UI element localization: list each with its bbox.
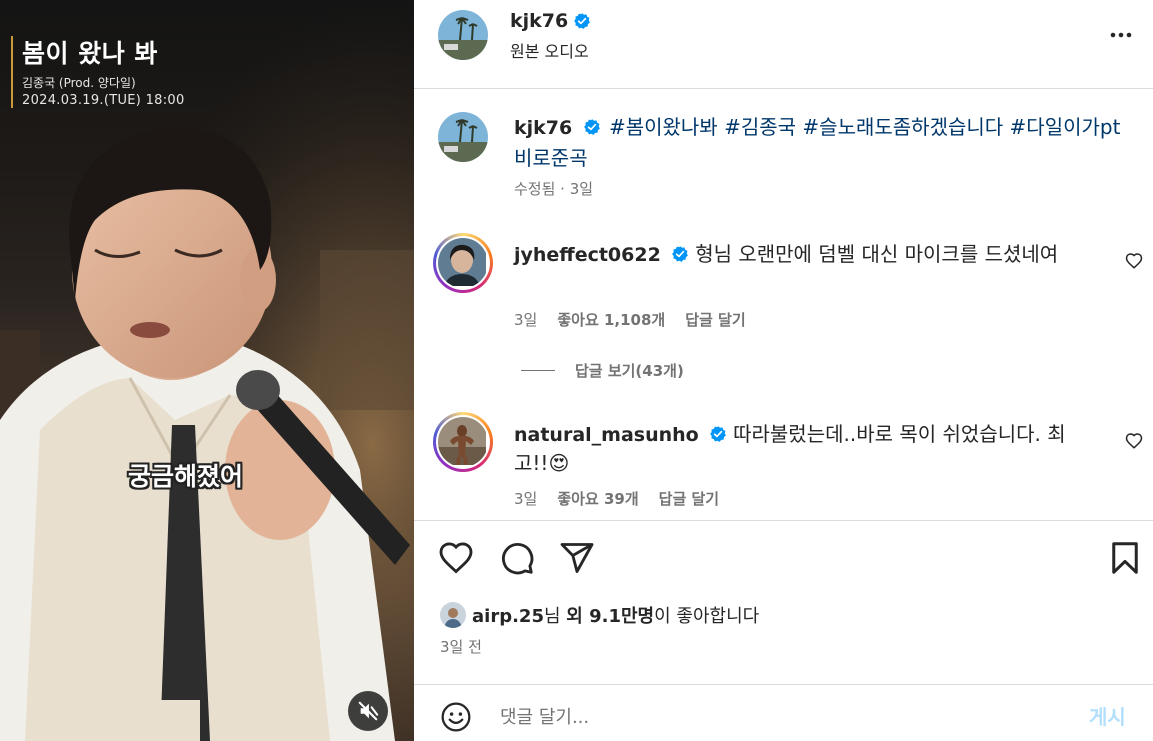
hashtag-link[interactable]: #슬노래도좀하겠습니다 [802, 115, 1003, 139]
comments-divider [414, 520, 1153, 521]
likes-count-link[interactable]: 외 9.1만명 [566, 606, 654, 627]
heart-icon[interactable] [1125, 252, 1143, 270]
heart-icon[interactable] [438, 540, 474, 576]
verified-badge-icon [710, 425, 726, 442]
header-divider [414, 88, 1153, 89]
emoji-icon[interactable] [440, 701, 472, 733]
video-subtitle: 궁금해졌어 [128, 462, 244, 491]
comment-likes[interactable]: 좋아요 1,108개 [557, 309, 665, 330]
hashtag-link[interactable]: #봄이왔나봐 [609, 115, 718, 139]
header-avatar[interactable] [438, 10, 488, 60]
title-accent-bar [11, 36, 13, 108]
caption-meta: 수정됨 · 3일 [514, 180, 594, 198]
comment-2: natural_masunho 따라불렀는데..바로 목이 쉬었습니다. 최고!… [514, 420, 1094, 477]
speaker-muted-icon [358, 701, 379, 721]
comment-username[interactable]: natural_masunho [514, 424, 699, 446]
comment-input[interactable] [500, 703, 1060, 731]
video-title: 봄이 왔나 봐 [22, 39, 158, 68]
likes-suffix-2: 이 좋아합니다 [654, 606, 760, 627]
video-credit: 김종국 (Prod. 양다일) [22, 76, 136, 90]
comment-text: 형님 오랜만에 덤벨 대신 마이크를 드셨네여 [695, 242, 1059, 266]
reel-video[interactable]: 봄이 왔나 봐 김종국 (Prod. 양다일) 2024.03.19.(TUE)… [0, 0, 414, 741]
video-date: 2024.03.19.(TUE) 18:00 [22, 93, 185, 108]
view-replies-button[interactable]: 답글 보기(43개) [521, 360, 684, 381]
comment-emoji: 😍 [548, 451, 570, 475]
comment-icon[interactable] [499, 540, 535, 576]
reply-button[interactable]: 답글 달기 [659, 488, 719, 509]
header-username[interactable]: kjk76 [510, 10, 568, 32]
likes-suffix-1: 님 [543, 606, 567, 627]
verified-badge-icon [672, 245, 689, 262]
post-caption: kjk76 #봄이왔나봐 #김종국 #슬노래도좀하겠습니다 #다일이가pt비로준… [514, 112, 1124, 173]
caption-avatar[interactable] [438, 112, 488, 162]
hashtag-link[interactable]: #김종국 [724, 115, 796, 139]
reply-button[interactable]: 답글 달기 [685, 309, 745, 330]
commenter-avatar[interactable] [433, 412, 493, 472]
header-username-row[interactable]: kjk76 [510, 10, 591, 32]
comment-time: 3일 [514, 490, 538, 508]
post-comment-button[interactable]: 게시 [1089, 701, 1126, 730]
share-icon[interactable] [559, 540, 595, 576]
verified-badge-icon [583, 118, 600, 135]
original-audio-link[interactable]: 원본 오디오 [510, 38, 589, 62]
comment-2-meta: 3일 좋아요 39개 답글 달기 [514, 488, 719, 509]
more-horizontal-icon[interactable] [1107, 24, 1135, 46]
liker-username[interactable]: airp.25 [472, 606, 544, 627]
mute-button[interactable] [348, 691, 388, 731]
bookmark-icon[interactable] [1107, 540, 1143, 576]
likes-summary: airp.25님 외 9.1만명이 좋아합니다 [440, 602, 759, 628]
view-replies-label: 답글 보기(43개) [575, 362, 684, 380]
comment-likes[interactable]: 좋아요 39개 [557, 488, 638, 509]
comment-1: jyheffect0622 형님 오랜만에 덤벨 대신 마이크를 드셨네여 [514, 240, 1094, 269]
comment-1-meta: 3일 좋아요 1,108개 답글 달기 [514, 309, 746, 330]
post-time: 3일 전 [440, 638, 482, 656]
post-panel: kjk76 원본 오디오 kjk76 #봄이왔나봐 #김종국 #슬노래도좀하겠습… [414, 0, 1153, 741]
verified-badge-icon [574, 13, 591, 29]
comment-username[interactable]: jyheffect0622 [514, 244, 661, 266]
caption-username[interactable]: kjk76 [514, 117, 572, 139]
video-frame [0, 0, 414, 741]
liker-avatar[interactable] [440, 602, 466, 628]
replies-line [521, 370, 555, 371]
commenter-avatar[interactable] [433, 233, 493, 293]
add-comment-bar: 게시 [414, 685, 1153, 741]
heart-icon[interactable] [1125, 432, 1143, 450]
comment-time: 3일 [514, 311, 538, 329]
